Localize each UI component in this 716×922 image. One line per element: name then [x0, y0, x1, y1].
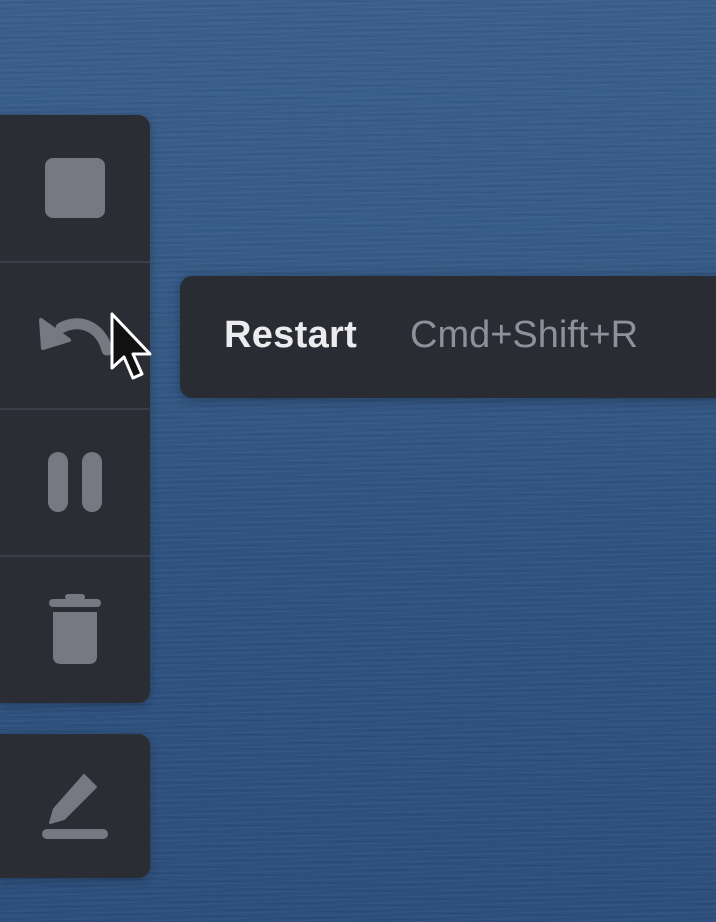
stop-icon	[44, 157, 106, 219]
edit-button[interactable]	[0, 734, 150, 878]
trash-icon	[49, 594, 101, 664]
pencil-icon	[40, 771, 110, 841]
tooltip-shortcut: Cmd+Shift+R	[410, 314, 639, 356]
pause-icon	[48, 452, 102, 512]
restart-tooltip: Restart Cmd+Shift+R	[180, 276, 716, 398]
restart-button[interactable]	[0, 262, 150, 408]
pause-button[interactable]	[0, 409, 150, 555]
stop-button[interactable]	[0, 115, 150, 261]
restart-icon	[35, 310, 115, 360]
delete-button[interactable]	[0, 556, 150, 702]
tooltip-label: Restart	[224, 314, 358, 356]
control-toolbar	[0, 115, 150, 703]
